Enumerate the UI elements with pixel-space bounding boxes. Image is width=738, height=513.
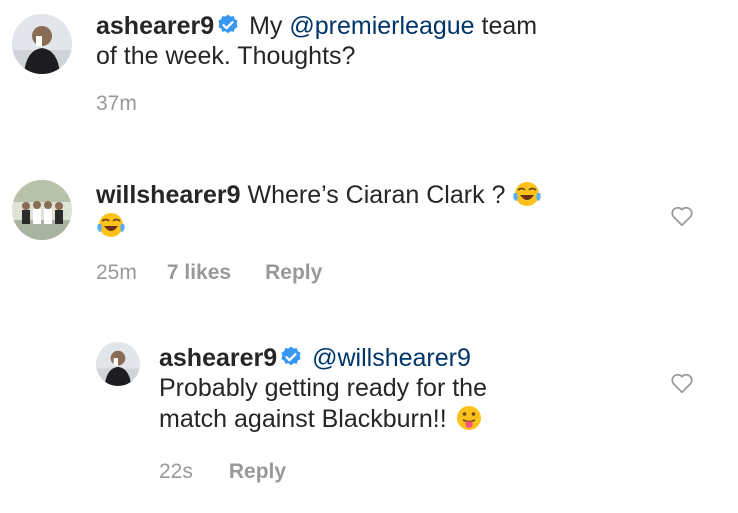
post-author-avatar[interactable] [12, 14, 72, 74]
post-caption-line1-rest: team [481, 12, 538, 40]
comment-meta: 25m 7 likes Reply [96, 261, 322, 285]
post-caption-prefix: My [249, 12, 283, 40]
commenter-avatar[interactable] [12, 180, 72, 240]
post-username[interactable]: ashearer9 [96, 12, 214, 40]
post-caption-line2: of the week. Thoughts? [96, 42, 356, 70]
comment-reply-button[interactable]: Reply [265, 261, 322, 285]
post-meta: 37m [96, 92, 137, 116]
post-caption: ashearer9 My @premierleague team of the … [96, 11, 656, 71]
reply-mention-link[interactable]: @willshearer9 [312, 344, 471, 372]
reply-like-heart-icon[interactable] [669, 370, 695, 396]
post-timestamp: 37m [96, 92, 137, 115]
tongue-out-emoji-icon [454, 403, 484, 433]
comment-like-heart-icon[interactable] [669, 203, 695, 229]
reply-meta: 22s Reply [159, 460, 286, 484]
comment-username[interactable]: willshearer9 [96, 181, 241, 209]
post-mention-link[interactable]: @premierleague [289, 12, 474, 40]
comment-likes-count[interactable]: 7 likes [167, 261, 231, 285]
verified-badge-icon [279, 345, 303, 369]
tears-of-joy-emoji-icon [96, 210, 126, 240]
comment-body: willshearer9 Where’s Ciaran Clark ? [96, 179, 636, 241]
comment-text: Where’s Ciaran Clark ? [247, 181, 506, 209]
tears-of-joy-emoji-icon [512, 179, 542, 209]
reply-text-line3: match against Blackburn!! [159, 405, 447, 433]
reply-body: ashearer9 @willshearer9 Probably getting… [159, 343, 639, 434]
reply-text-line2: Probably getting ready for the [159, 374, 487, 402]
reply-reply-button[interactable]: Reply [229, 460, 286, 484]
reply-timestamp: 22s [159, 460, 193, 483]
verified-badge-icon [216, 13, 240, 37]
comment-timestamp: 25m [96, 261, 137, 284]
reply-author-avatar[interactable] [96, 342, 140, 386]
reply-username[interactable]: ashearer9 [159, 344, 277, 372]
